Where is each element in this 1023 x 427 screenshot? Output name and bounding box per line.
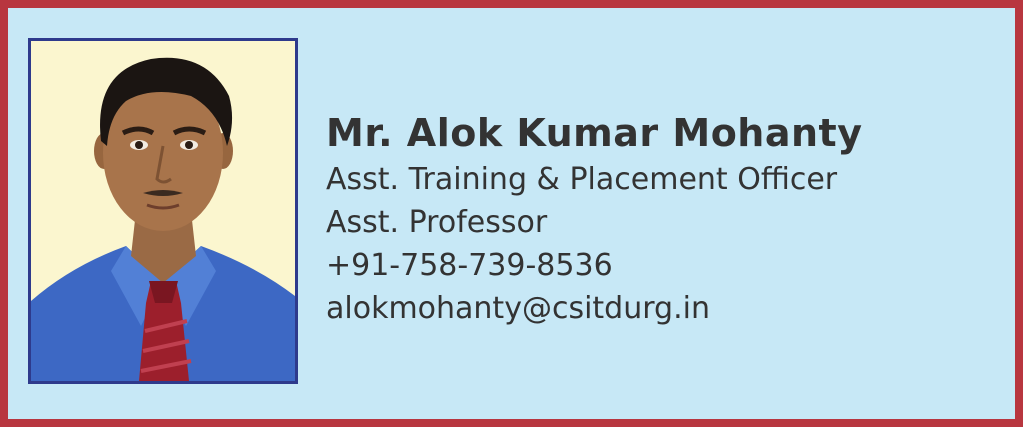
designation-secondary: Asst. Professor	[326, 205, 548, 240]
email-address: alokmohanty@csitdurg.in	[326, 291, 710, 326]
person-portrait-icon	[31, 41, 295, 381]
profile-card: Mr. Alok Kumar Mohanty Asst. Training & …	[0, 0, 1023, 427]
profile-info: Mr. Alok Kumar Mohanty Asst. Training & …	[326, 108, 1006, 330]
profile-photo	[28, 38, 298, 384]
designation-primary: Asst. Training & Placement Officer	[326, 162, 838, 197]
phone-number: +91-758-739-8536	[326, 248, 613, 283]
person-name: Mr. Alok Kumar Mohanty	[326, 111, 863, 155]
